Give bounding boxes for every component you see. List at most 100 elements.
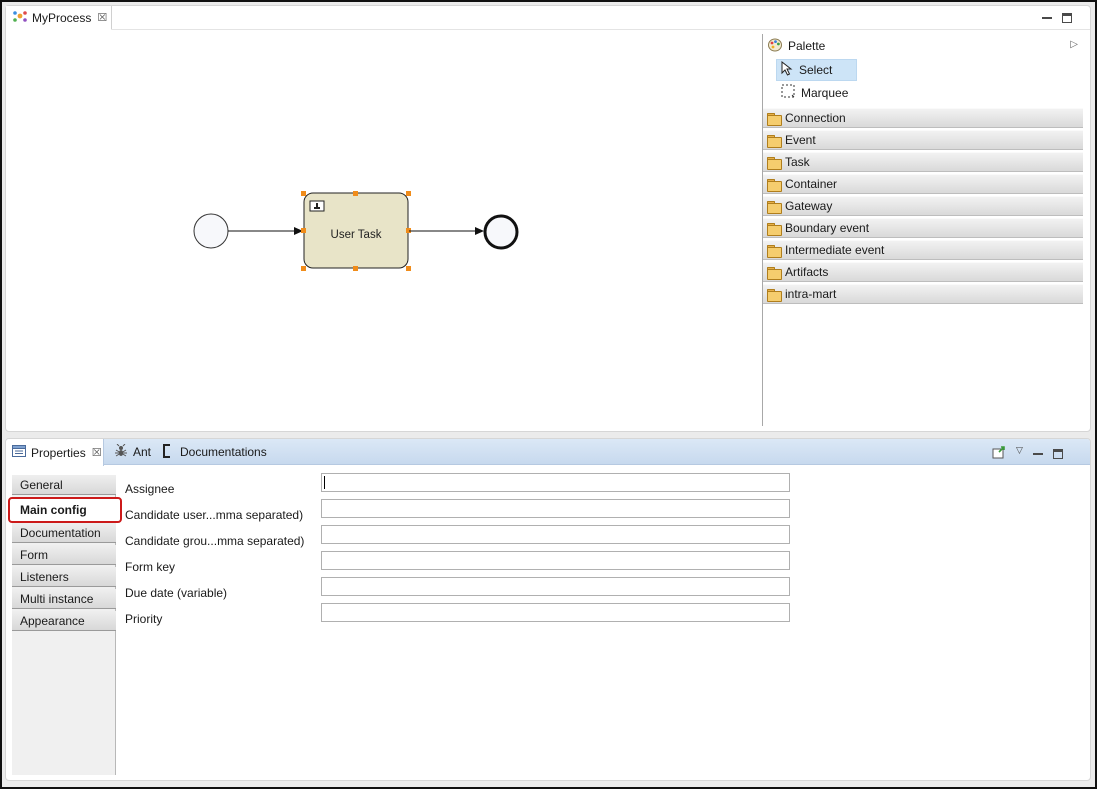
- tab-properties[interactable]: Properties ☒: [6, 439, 104, 466]
- application-window: MyProcess ☒ User Task Palette ▷ Select M…: [0, 0, 1097, 789]
- close-icon[interactable]: ☒: [92, 446, 102, 459]
- assignee-label: Assignee: [125, 482, 175, 496]
- tab-properties-label: Properties: [31, 445, 86, 460]
- cursor-arrow-icon: [781, 60, 793, 79]
- tab-ant-label: Ant: [133, 445, 152, 459]
- drawer-container[interactable]: Container: [763, 174, 1083, 194]
- folder-icon: [767, 266, 782, 280]
- drawer-label: Event: [785, 133, 816, 147]
- field-row-form-key: Form key: [125, 551, 805, 577]
- side-tab-label: General: [20, 477, 63, 492]
- folder-icon: [767, 200, 782, 214]
- side-tab-listeners[interactable]: Listeners: [12, 567, 116, 587]
- folder-icon: [767, 156, 782, 170]
- drawer-label: Task: [785, 155, 810, 169]
- tool-select[interactable]: Select: [763, 58, 1084, 81]
- close-icon[interactable]: ☒: [97, 11, 107, 24]
- side-tab-general[interactable]: General: [12, 475, 116, 495]
- assignee-input[interactable]: [321, 473, 790, 492]
- priority-input[interactable]: [321, 603, 790, 622]
- main-config-form: Assignee Candidate user...mma separated)…: [125, 473, 805, 629]
- side-tab-multi-instance[interactable]: Multi instance: [12, 589, 116, 609]
- palette-title: Palette: [788, 39, 826, 53]
- drawer-label: Artifacts: [785, 265, 829, 279]
- view-menu-icon[interactable]: ▽: [1016, 445, 1023, 456]
- drawer-label: intra-mart: [785, 287, 837, 301]
- candidate-groups-label: Candidate grou...mma separated): [125, 534, 305, 548]
- side-tab-form[interactable]: Form: [12, 545, 116, 565]
- form-key-label: Form key: [125, 560, 176, 574]
- folder-icon: [767, 222, 782, 236]
- pin-view-icon[interactable]: [992, 445, 1006, 462]
- folder-icon: [767, 288, 782, 302]
- drawer-gateway[interactable]: Gateway: [763, 196, 1083, 216]
- tab-documentations[interactable]: Documentations: [162, 439, 267, 465]
- palette-header[interactable]: Palette ▷: [763, 34, 1084, 58]
- user-task[interactable]: User Task: [303, 192, 409, 269]
- tool-marquee[interactable]: Marquee: [763, 81, 1084, 104]
- properties-window-controls: ▽: [992, 445, 1063, 462]
- palette-drawers: Connection Event Task Container Gateway …: [763, 108, 1084, 304]
- tool-select-label: Select: [799, 62, 833, 77]
- candidate-groups-input[interactable]: [321, 525, 790, 544]
- properties-icon: [12, 445, 26, 460]
- process-editor: MyProcess ☒ User Task Palette ▷ Select M…: [5, 5, 1091, 432]
- minimize-icon[interactable]: [1042, 13, 1052, 23]
- drawer-task[interactable]: Task: [763, 152, 1083, 172]
- drawer-boundary-event[interactable]: Boundary event: [763, 218, 1083, 238]
- drawer-artifacts[interactable]: Artifacts: [763, 262, 1083, 282]
- folder-icon: [767, 134, 782, 148]
- maximize-icon[interactable]: [1052, 448, 1063, 459]
- properties-tab-bar: Properties ☒ Ant Documentations ▽: [6, 439, 1090, 466]
- folder-icon: [767, 178, 782, 192]
- tab-documentations-label: Documentations: [180, 445, 267, 459]
- editor-window-controls: [1042, 13, 1072, 23]
- candidate-users-input[interactable]: [321, 499, 790, 518]
- due-date-input[interactable]: [321, 577, 790, 596]
- side-tab-main-config[interactable]: Main config: [8, 497, 122, 523]
- palette-icon: [768, 38, 782, 55]
- side-tab-label: Main config: [20, 503, 87, 517]
- field-row-assignee: Assignee: [125, 473, 805, 499]
- drawer-label: Intermediate event: [785, 243, 885, 257]
- minimize-icon[interactable]: [1032, 449, 1043, 459]
- folder-icon: [767, 112, 782, 126]
- tab-ant[interactable]: Ant: [114, 439, 151, 465]
- priority-label: Priority: [125, 612, 163, 626]
- drawer-connection[interactable]: Connection: [763, 108, 1083, 128]
- tool-marquee-label: Marquee: [801, 85, 849, 100]
- palette: Palette ▷ Select Marquee Connection Even…: [762, 34, 1084, 426]
- drawer-event[interactable]: Event: [763, 130, 1083, 150]
- field-row-priority: Priority: [125, 603, 805, 629]
- side-tab-appearance[interactable]: Appearance: [12, 611, 116, 631]
- field-row-candidate-groups: Candidate grou...mma separated): [125, 525, 805, 551]
- form-key-input[interactable]: [321, 551, 790, 570]
- drawer-label: Boundary event: [785, 221, 870, 235]
- end-event[interactable]: [483, 214, 519, 250]
- drawer-label: Gateway: [785, 199, 833, 213]
- candidate-users-label: Candidate user...mma separated): [125, 508, 304, 522]
- due-date-label: Due date (variable): [125, 586, 228, 600]
- drawer-intra-mart[interactable]: intra-mart: [763, 284, 1083, 304]
- editor-tab-myprocess[interactable]: MyProcess ☒: [6, 6, 112, 30]
- diagram-canvas[interactable]: User Task: [6, 30, 762, 432]
- drawer-intermediate-event[interactable]: Intermediate event: [763, 240, 1083, 260]
- text-caret: [324, 476, 325, 489]
- user-task-label: User Task: [331, 229, 382, 241]
- documentations-icon: [162, 443, 172, 461]
- side-tab-label: Multi instance: [20, 591, 94, 606]
- collapse-palette-icon[interactable]: ▷: [1070, 39, 1078, 50]
- start-event[interactable]: [193, 213, 229, 249]
- properties-side-tabs: General Main config Documentation Form L…: [8, 475, 122, 775]
- side-tab-label: Appearance: [20, 613, 85, 628]
- maximize-icon[interactable]: [1062, 13, 1072, 23]
- process-file-icon: [12, 9, 28, 26]
- side-tab-documentation[interactable]: Documentation: [12, 523, 116, 543]
- side-tab-label: Documentation: [20, 525, 101, 540]
- editor-tab-title: MyProcess: [32, 10, 92, 25]
- side-tab-label: Listeners: [20, 569, 69, 584]
- drawer-label: Connection: [785, 111, 846, 125]
- properties-view: Properties ☒ Ant Documentations ▽ Genera…: [5, 438, 1091, 781]
- folder-icon: [767, 244, 782, 258]
- marquee-icon: [781, 84, 795, 101]
